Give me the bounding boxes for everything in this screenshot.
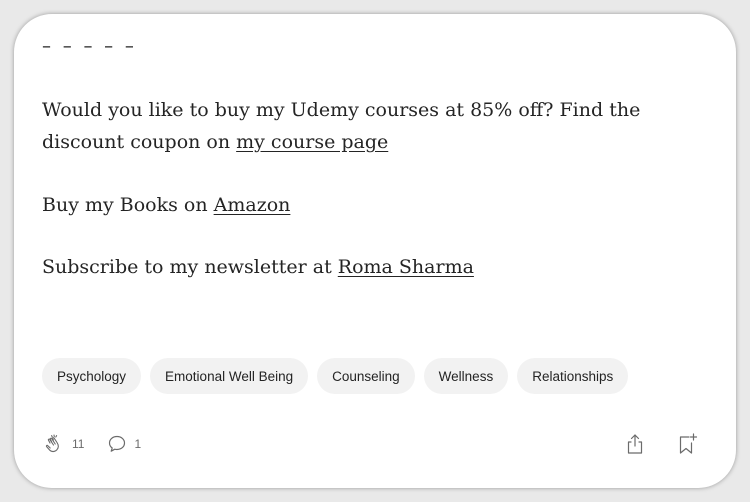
tag-wellness[interactable]: Wellness xyxy=(423,358,509,394)
books-paragraph: Buy my Books on Amazon xyxy=(42,189,702,221)
amazon-link[interactable]: Amazon xyxy=(214,194,291,216)
tag-emotional-well-being[interactable]: Emotional Well Being xyxy=(150,358,309,394)
claps-count: 11 xyxy=(72,437,85,451)
tag-list: Psychology Emotional Well Being Counseli… xyxy=(42,358,629,394)
newsletter-text: Subscribe to my newsletter at xyxy=(42,256,338,278)
udemy-paragraph: Would you like to buy my Udemy courses a… xyxy=(42,94,702,158)
section-separator: – – – – – xyxy=(42,36,137,57)
bookmark-add-icon[interactable] xyxy=(676,432,698,460)
tag-psychology[interactable]: Psychology xyxy=(42,358,142,394)
course-page-link[interactable]: my course page xyxy=(236,131,388,153)
newsletter-link[interactable]: Roma Sharma xyxy=(338,256,474,278)
speech-bubble-icon[interactable] xyxy=(106,433,128,455)
responses-count: 1 xyxy=(134,437,142,451)
tag-counseling[interactable]: Counseling xyxy=(317,358,415,394)
engagement-bar: 11 1 xyxy=(42,432,141,456)
tag-relationships[interactable]: Relationships xyxy=(517,358,629,394)
right-actions xyxy=(624,432,698,460)
article-footer-card: – – – – – Would you like to buy my Udemy… xyxy=(14,14,736,488)
clap-icon[interactable] xyxy=(42,432,66,456)
share-icon[interactable] xyxy=(624,432,646,460)
books-text: Buy my Books on xyxy=(42,194,214,216)
newsletter-paragraph: Subscribe to my newsletter at Roma Sharm… xyxy=(42,251,702,283)
